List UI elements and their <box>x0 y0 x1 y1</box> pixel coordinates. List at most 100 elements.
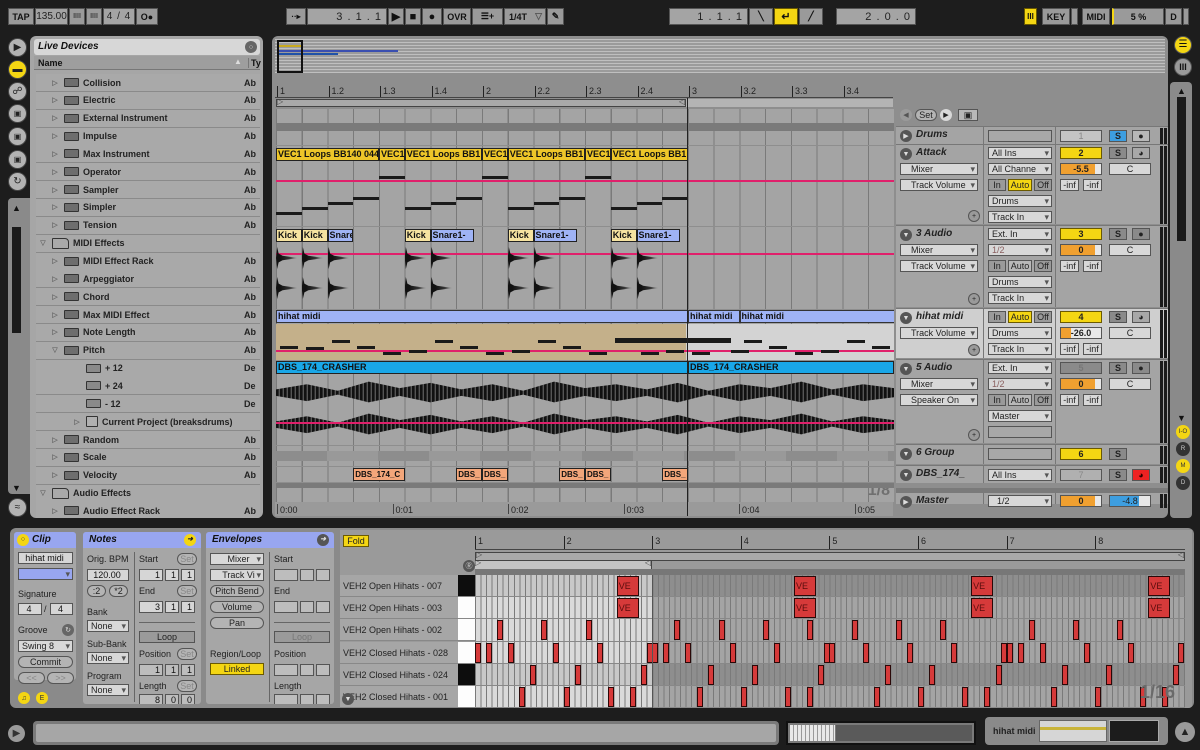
midi-note[interactable] <box>962 687 969 707</box>
lane-dbs-174[interactable]: DBS_174_C DBS_ DBS_ DBS_ DBS_ DBS_ <box>276 467 894 482</box>
automation-parameter-select[interactable]: Speaker On <box>900 394 978 406</box>
browser-item[interactable]: ▷ Impulse Ab <box>36 127 260 146</box>
midi-note[interactable] <box>607 687 614 707</box>
arrangement-clip[interactable]: VEC1 Loops BB1 <box>507 148 585 161</box>
browser-item[interactable]: ▽ MIDI Effects <box>36 234 260 253</box>
arrangement-clip[interactable]: Snare1- <box>430 229 475 242</box>
volume-slider[interactable]: 0 <box>1060 244 1102 256</box>
track-name[interactable]: 5 Audio <box>916 362 952 373</box>
input-channel-select[interactable]: 1/2 <box>988 378 1052 390</box>
scroll-up-icon[interactable]: ▲ <box>12 203 21 213</box>
arrangement-clip[interactable]: Snare1- <box>533 229 578 242</box>
automation-parameter-select[interactable]: Track Volume <box>900 260 978 272</box>
play-button[interactable]: ▶ <box>388 8 404 25</box>
program-select[interactable]: None <box>87 684 129 696</box>
browser-item[interactable]: ▷ Arpeggiator Ab <box>36 270 260 289</box>
browser-item[interactable]: ▷ Simpler Ab <box>36 198 260 217</box>
midi-note[interactable] <box>918 687 924 707</box>
piano-key[interactable] <box>458 663 475 686</box>
arrangement-clip[interactable]: DBS_ <box>456 468 482 481</box>
device-thumbnail-1[interactable] <box>1039 720 1107 742</box>
midi-note[interactable]: VE <box>971 576 994 596</box>
track-header-6-group[interactable]: ▼ 6 Group 6 S <box>896 444 1168 464</box>
arrangement-clip[interactable]: DBS_174_CRASHER <box>276 361 688 374</box>
output-type-select[interactable]: Drums <box>988 195 1052 207</box>
midi-note[interactable] <box>630 687 637 707</box>
volume-slider[interactable]: 0 <box>1060 378 1102 390</box>
midi-note[interactable] <box>1073 620 1080 641</box>
track-activator[interactable]: 1 <box>1060 130 1102 142</box>
pan-knob[interactable]: C <box>1109 163 1151 175</box>
start-bar[interactable]: 1 <box>139 569 163 581</box>
browser-item[interactable]: ▽ Audio Effects <box>36 484 260 503</box>
length-bar[interactable]: 8 <box>139 694 163 704</box>
midi-note[interactable] <box>940 620 947 641</box>
midi-start-end-brace[interactable]: ▷ ◁ <box>475 558 652 569</box>
midi-note[interactable] <box>1084 642 1091 663</box>
monitor-off-button[interactable]: Off <box>1034 394 1052 406</box>
note-row-label[interactable]: VEH2 Closed Hihats - 024 <box>340 663 458 686</box>
automation-line[interactable] <box>276 253 894 255</box>
note-row-grid[interactable] <box>475 663 1185 686</box>
end-bar[interactable]: 3 <box>139 601 163 613</box>
stop-button[interactable]: ■ <box>405 8 421 25</box>
set-locator-button[interactable]: Set <box>915 109 937 121</box>
monitor-auto-button[interactable]: Auto <box>1008 311 1032 323</box>
arrangement-clip[interactable]: Kick <box>507 229 534 242</box>
metronome-button[interactable]: O● <box>136 8 158 25</box>
loop-start-field[interactable]: 1 . 1 . 1 <box>669 8 748 25</box>
automation-line[interactable] <box>276 422 894 424</box>
note-row-grid[interactable] <box>475 686 1185 708</box>
midi-note[interactable] <box>740 687 747 707</box>
midi-note[interactable]: VE <box>1148 598 1171 619</box>
midi-note[interactable] <box>1061 664 1068 685</box>
next-clip-button[interactable]: >> <box>47 672 74 684</box>
song-position-field[interactable]: 3 . 1 . 1 <box>307 8 387 25</box>
pan-knob[interactable]: C <box>1109 327 1151 339</box>
toggle-r-button[interactable]: R <box>1176 442 1190 456</box>
track-name[interactable]: 3 Audio <box>916 228 952 239</box>
input-type-select[interactable]: Ext. In <box>988 362 1052 374</box>
start-marker-icon[interactable]: ▷ <box>475 558 481 567</box>
tempo-field[interactable]: 135.00 <box>35 8 68 25</box>
tap-tempo-button[interactable]: TAP <box>8 8 34 25</box>
double-tempo-button[interactable]: *2 <box>109 585 128 597</box>
midi-note[interactable] <box>1006 642 1013 663</box>
env-length-beat[interactable] <box>300 694 314 704</box>
browser-item[interactable]: ▷ MIDI Effect Rack Ab <box>36 252 260 271</box>
piano-key[interactable] <box>458 597 475 620</box>
lane-master[interactable]: 1/8 <box>276 488 894 502</box>
places-folder-1-icon[interactable]: ▣ <box>8 104 27 123</box>
env-loop-button[interactable]: Loop <box>274 631 330 643</box>
arm-button[interactable]: ● <box>1132 362 1150 374</box>
midi-note[interactable] <box>685 642 692 663</box>
solo-button[interactable]: S <box>1109 362 1127 374</box>
send-a-value[interactable]: -inf <box>1060 343 1079 355</box>
midi-note[interactable] <box>1117 620 1124 641</box>
envelope-device-select[interactable]: Mixer <box>210 553 264 565</box>
browser-item[interactable]: ▷ Collision Ab <box>36 74 260 92</box>
midi-note[interactable] <box>1128 642 1135 663</box>
browser-item[interactable]: ▷ External Instrument Ab <box>36 109 260 128</box>
length-beat[interactable]: 0 <box>165 694 179 704</box>
add-automation-lane-icon[interactable]: + <box>968 429 980 441</box>
disclosure-closed-icon[interactable]: ▷ <box>50 186 60 194</box>
browser-item[interactable]: ▷ Current Project (breaksdrums) <box>36 413 260 432</box>
midi-grid-quantization[interactable]: 1/16 <box>1140 682 1175 703</box>
play-preview-icon[interactable]: ▶ <box>8 38 27 57</box>
clip-color-select[interactable] <box>18 568 73 580</box>
arm-button[interactable]: ● <box>1132 130 1150 142</box>
position-beat[interactable]: 1 <box>165 664 179 676</box>
start-beat[interactable]: 1 <box>165 569 179 581</box>
midi-note[interactable] <box>519 687 526 707</box>
track-name[interactable]: DBS_174_ <box>916 468 965 479</box>
midi-note[interactable]: VE <box>1148 576 1171 596</box>
browser-item[interactable]: + 12 De <box>36 359 260 378</box>
note-row-label[interactable]: VEH2 Closed Hihats - 001 <box>340 686 458 708</box>
draw-mode-button[interactable]: ✎ <box>547 8 564 25</box>
midi-note[interactable] <box>1039 642 1046 663</box>
groove-hot-swap-icon[interactable]: ↻ <box>62 624 74 636</box>
pitch-bend-button[interactable]: Pitch Bend <box>210 585 264 597</box>
solo-button[interactable]: S <box>1109 311 1127 323</box>
browser-item[interactable]: ▷ Operator Ab <box>36 163 260 182</box>
